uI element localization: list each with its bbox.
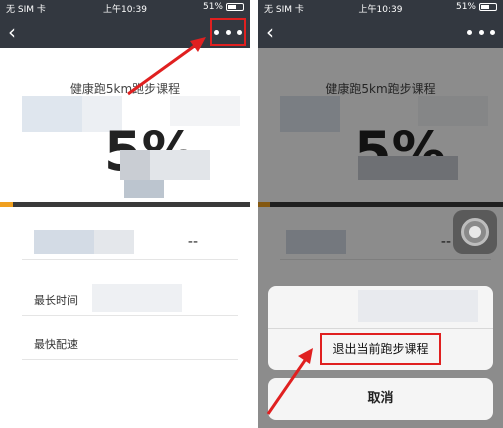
right-phone-screen: 无 SIM 卡 上午10:39 51% ‹ 健康跑5km跑步课程 5% -- 更…: [258, 0, 503, 428]
divider: [250, 0, 258, 428]
annotation-arrow: [127, 37, 206, 96]
annotation-arrow: [266, 348, 313, 415]
left-phone-screen: 无 SIM 卡 上午10:39 51% ‹ 健康跑5km跑步课程 5% -- 最…: [0, 0, 250, 428]
